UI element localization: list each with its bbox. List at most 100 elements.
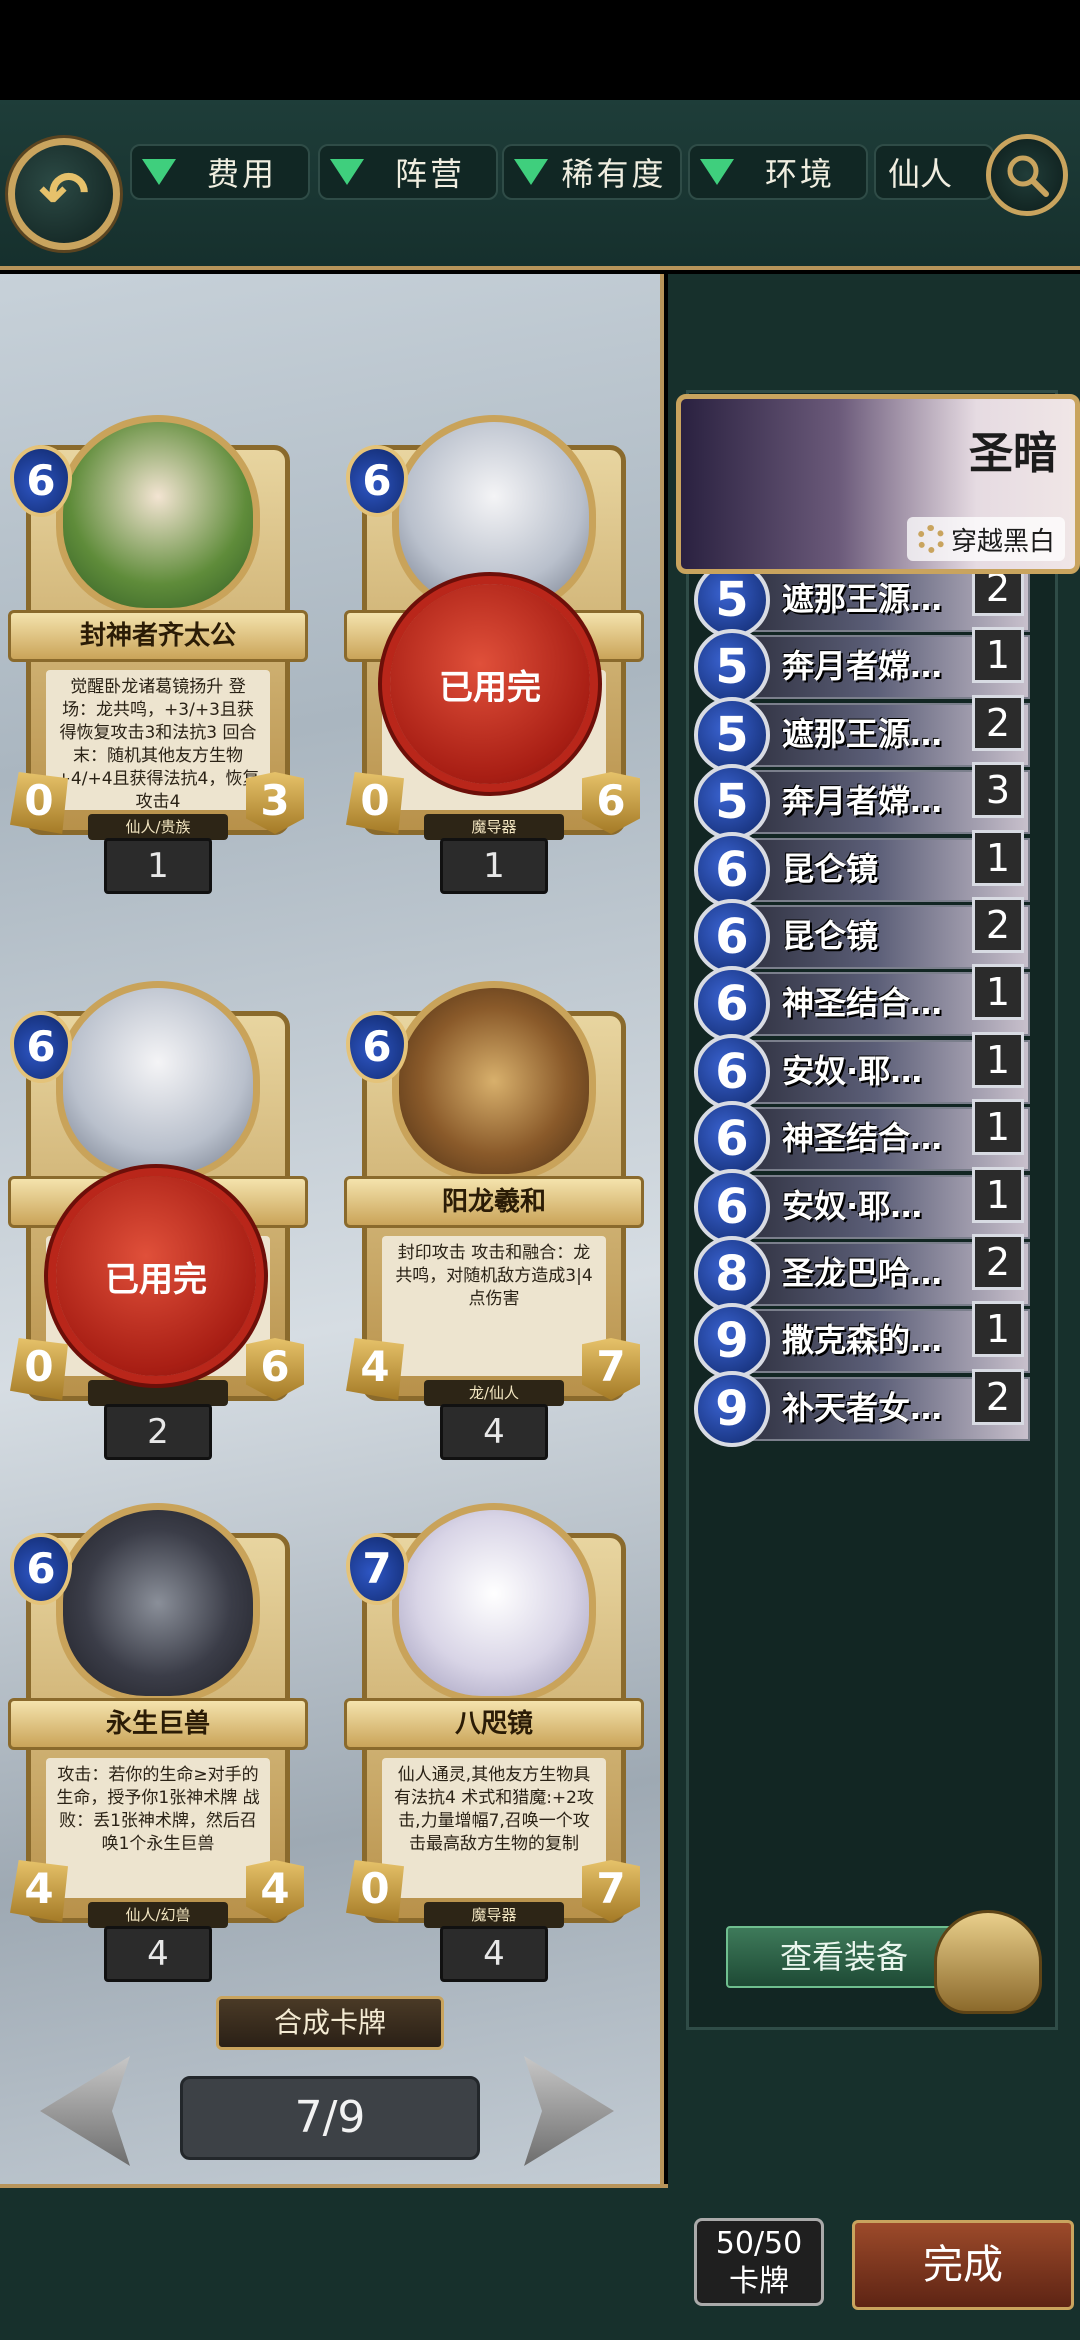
card-name: 阳龙羲和 xyxy=(344,1176,644,1228)
dropdown-triangle-icon xyxy=(514,159,548,185)
deck-row[interactable]: 奔月者嫦… 5 1 xyxy=(694,627,1030,705)
card-6[interactable]: 八咫镜 仙人通灵,其他友方生物具有法抗4 术式和猎魔:+2攻击,力量增幅7,召唤… xyxy=(344,1488,644,1982)
card-attack: 4 xyxy=(346,1338,404,1400)
page-indicator: 7/9 xyxy=(180,2076,480,2160)
dropdown-triangle-icon xyxy=(142,159,176,185)
used-up-stamp-label: 已用完 xyxy=(105,1259,207,1300)
deck-row-name: 遮那王源… xyxy=(782,580,943,618)
card-tribe xyxy=(88,1380,228,1406)
bottom-bar xyxy=(0,2184,668,2340)
card-tribe: 龙/仙人 xyxy=(424,1380,564,1406)
deck-row-name: 补天者女… xyxy=(782,1389,943,1427)
search-value: 仙人 xyxy=(888,155,953,193)
card-3[interactable]: 6 0 6 2 已用完 xyxy=(8,966,308,1460)
card-2[interactable]: 魔导器 6 0 6 1 已用完 xyxy=(344,400,644,894)
deck-row-name: 遮那王源… xyxy=(782,715,943,753)
deck-row-count: 1 xyxy=(972,627,1024,683)
deck-row-cost: 6 xyxy=(694,966,770,1042)
deck-row[interactable]: 奔月者嫦… 5 3 xyxy=(694,762,1030,840)
deck-row-name: 圣龙巴哈… xyxy=(782,1254,943,1292)
gear-icon xyxy=(916,525,945,553)
deck-row[interactable]: 撒克森的… 9 1 xyxy=(694,1301,1030,1379)
card-name: 八咫镜 xyxy=(344,1698,644,1750)
deck-row-name: 昆仑镜 xyxy=(782,917,879,955)
card-name: 永生巨兽 xyxy=(8,1698,308,1750)
card-description: 仙人通灵,其他友方生物具有法抗4 术式和猎魔:+2攻击,力量增幅7,召唤一个攻击… xyxy=(382,1758,606,1898)
filter-cost[interactable]: 费用 xyxy=(130,144,310,200)
filter-faction[interactable]: 阵营 xyxy=(318,144,498,200)
filter-environment[interactable]: 环境 xyxy=(688,144,868,200)
card-count: 1 xyxy=(104,838,212,894)
filter-rarity[interactable]: 稀有度 xyxy=(502,144,682,200)
card-art xyxy=(56,415,260,615)
deck-row-name: 神圣结合… xyxy=(782,1119,943,1157)
deck-row-count: 2 xyxy=(972,1369,1024,1425)
search-input[interactable]: 仙人 xyxy=(874,144,994,200)
card-1[interactable]: 封神者齐太公 觉醒卧龙诸葛镜扬升 登场：龙共鸣，+3/+3且获得恢复攻击3和法抗… xyxy=(8,400,308,894)
helmet-icon xyxy=(934,1910,1042,2014)
card-attack: 0 xyxy=(346,772,404,834)
card-count: 2 xyxy=(104,1404,212,1460)
deck-row-cost: 9 xyxy=(694,1303,770,1379)
card-5[interactable]: 永生巨兽 攻击：若你的生命≥对手的生命，授予你1张神术牌 战败：丢1张神术牌，然… xyxy=(8,1488,308,1982)
card-4[interactable]: 阳龙羲和 封印攻击 攻击和融合：龙共鸣，对随机敌方造成3|4点伤害 龙/仙人 6… xyxy=(344,966,644,1460)
card-tribe: 魔导器 xyxy=(424,814,564,840)
deck-row-count: 1 xyxy=(972,830,1024,886)
card-attack: 0 xyxy=(10,1338,68,1400)
card-attack: 4 xyxy=(10,1860,68,1922)
used-up-stamp: 已用完 xyxy=(56,1176,256,1376)
deck-row[interactable]: 神圣结合… 6 1 xyxy=(694,1099,1030,1177)
deck-row-count: 1 xyxy=(972,1032,1024,1088)
deck-row-cost: 5 xyxy=(694,629,770,705)
filter-faction-label: 阵营 xyxy=(394,155,465,193)
deck-row-count: 1 xyxy=(972,1301,1024,1357)
deck-row-name: 奔月者嫦… xyxy=(782,782,943,820)
deck-row-name: 昆仑镜 xyxy=(782,850,879,888)
deck-row-cost: 6 xyxy=(694,1101,770,1177)
filter-cost-label: 费用 xyxy=(206,155,277,193)
status-bar xyxy=(0,0,1080,100)
card-name: 封神者齐太公 xyxy=(8,610,308,662)
card-tribe: 仙人/幻兽 xyxy=(88,1902,228,1928)
deck-row-name: 撒克森的… xyxy=(782,1321,943,1359)
back-arrow-icon: ↶ xyxy=(38,159,90,229)
back-button[interactable]: ↶ xyxy=(8,138,120,250)
deck-row-count: 3 xyxy=(972,762,1024,818)
filter-bar: ↶ 费用 阵营 稀有度 环境 仙人 xyxy=(0,100,1080,270)
card-tribe: 魔导器 xyxy=(424,1902,564,1928)
magnifier-icon xyxy=(1007,155,1049,197)
card-art xyxy=(56,1503,260,1703)
view-equipment-button[interactable]: 查看装备 xyxy=(726,1926,962,1988)
hero-banner[interactable]: 圣暗 穿越黑白 xyxy=(676,394,1080,574)
deck-row[interactable]: 补天者女… 9 2 xyxy=(694,1369,1030,1447)
card-attack: 0 xyxy=(346,1860,404,1922)
card-count: 4 xyxy=(440,1926,548,1982)
dropdown-triangle-icon xyxy=(700,159,734,185)
deck-row[interactable]: 神圣结合… 6 1 xyxy=(694,964,1030,1042)
card-description: 攻击：若你的生命≥对手的生命，授予你1张神术牌 战败：丢1张神术牌，然后召唤1个… xyxy=(46,1758,270,1898)
hero-name: 圣暗 xyxy=(969,428,1057,479)
craft-card-button[interactable]: 合成卡牌 xyxy=(216,1996,444,2050)
card-art xyxy=(392,981,596,1181)
done-button[interactable]: 完成 xyxy=(852,2220,1074,2310)
deck-row-count: 2 xyxy=(972,1234,1024,1290)
hero-tag: 穿越黑白 xyxy=(906,517,1065,561)
dropdown-triangle-icon xyxy=(330,159,364,185)
used-up-stamp-label: 已用完 xyxy=(439,667,541,708)
hero-tag-label: 穿越黑白 xyxy=(950,526,1055,557)
filter-rarity-label: 稀有度 xyxy=(561,155,667,193)
card-count: 4 xyxy=(104,1926,212,1982)
filter-environment-label: 环境 xyxy=(764,155,835,193)
deck-row-count: 2 xyxy=(972,695,1024,751)
deck-row-name: 安奴·耶… xyxy=(782,1052,923,1090)
card-count: 1 xyxy=(440,838,548,894)
card-count: 4 xyxy=(440,1404,548,1460)
deck-row-cost: 9 xyxy=(694,1371,770,1447)
card-tribe: 仙人/贵族 xyxy=(88,814,228,840)
deck-count-value: 50/50 xyxy=(715,2226,803,2261)
card-description: 封印攻击 攻击和融合：龙共鸣，对随机敌方造成3|4点伤害 xyxy=(382,1236,606,1376)
search-button[interactable] xyxy=(986,134,1068,216)
deck-row-count: 1 xyxy=(972,1167,1024,1223)
deck-row-name: 安奴·耶… xyxy=(782,1187,923,1225)
deck-count: 50/50 卡牌 xyxy=(694,2218,824,2306)
